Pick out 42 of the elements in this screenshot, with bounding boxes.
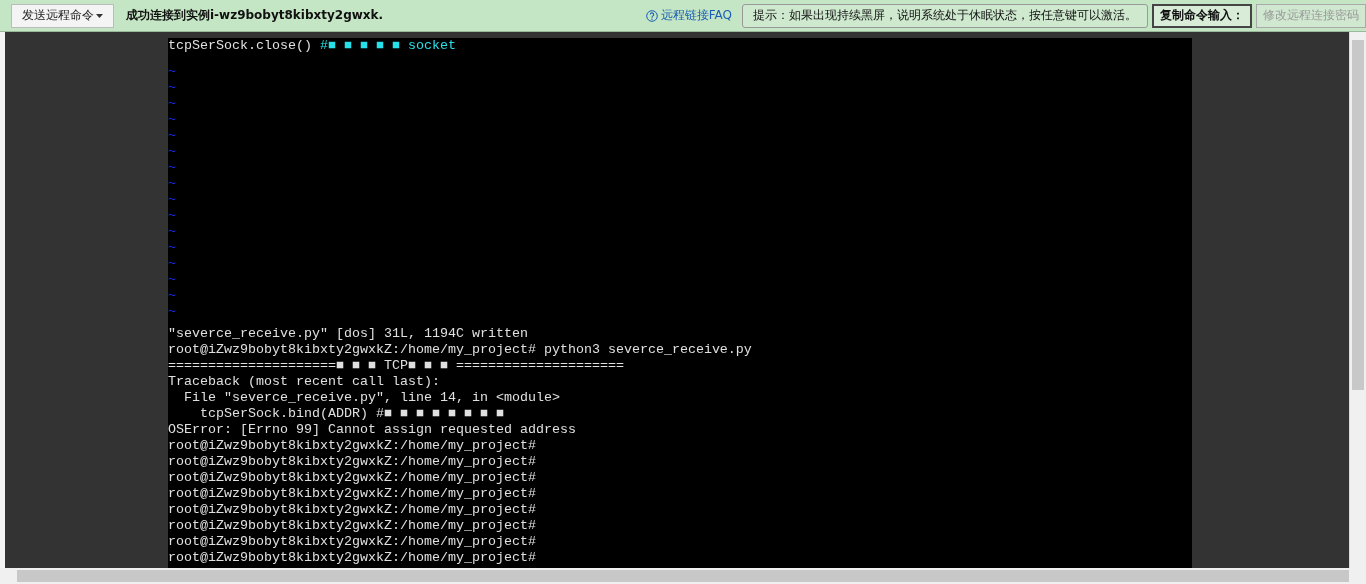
tilde-marker: ~ [168,160,177,176]
tilde-marker: ~ [168,288,177,304]
terminal-line: OSError: [Errno 99] Cannot assign requested address [168,422,577,438]
tilde-marker: ~ [168,176,177,192]
horizontal-scrollbar[interactable] [0,568,1366,584]
terminal-line: Traceback (most recent call last): [168,374,441,390]
caret-icon [96,13,103,18]
help-icon [645,9,658,22]
faq-link[interactable]: 远程链接FAQ [645,7,732,24]
terminal-line: root@iZwz9bobyt8kibxty2gwxkZ:/home/my_project# [168,454,537,470]
terminal-line: root@iZwz9bobyt8kibxty2gwxkZ:/home/my_project# [168,470,537,486]
terminal-line: tcpSerSock.close() #■ ■ ■ ■ ■ socket [168,38,457,54]
terminal-line: root@iZwz9bobyt8kibxty2gwxkZ:/home/my_project# [168,486,537,502]
terminal-line: root@iZwz9bobyt8kibxty2gwxkZ:/home/my_project# [168,502,537,518]
connection-status: 成功连接到实例i-wz9bobyt8kibxty2gwxk. [126,7,384,24]
tilde-marker: ~ [168,304,177,320]
tilde-marker: ~ [168,224,177,240]
vertical-scrollbar[interactable] [1349,32,1366,568]
terminal-line: tcpSerSock.bind(ADDR) #■ ■ ■ ■ ■ ■ ■ ■ [199,406,505,422]
tilde-marker: ~ [168,112,177,128]
tilde-marker: ~ [168,272,177,288]
terminal-line: root@iZwz9bobyt8kibxty2gwxkZ:/home/my_project# [168,534,537,550]
tilde-marker: ~ [168,240,177,256]
hint-text: 提示：如果出现持续黑屏，说明系统处于休眠状态，按任意键可以激活。 [742,3,1148,28]
tilde-marker: ~ [168,96,177,112]
tilde-marker: ~ [168,80,177,96]
terminal-line: root@iZwz9bobyt8kibxty2gwxkZ:/home/my_project# [168,550,537,566]
terminal-line: =====================■ ■ ■ TCP■ ■ ■ ===================== [168,358,625,374]
terminal-line: root@iZwz9bobyt8kibxty2gwxkZ:/home/my_project# [168,518,537,534]
copy-command-button[interactable]: 复制命令输入： [1152,3,1252,28]
terminal-line: "severce_receive.py" [dos] 31L, 1194C written [168,326,529,342]
tilde-marker: ~ [168,128,177,144]
tilde-marker: ~ [168,256,177,272]
terminal-screen[interactable] [168,38,1192,568]
terminal-line: root@iZwz9bobyt8kibxty2gwxkZ:/home/my_project# [168,438,537,454]
tilde-marker: ~ [168,192,177,208]
tilde-marker: ~ [168,208,177,224]
terminal-line: File "severce_receive.py", line 14, in <module> [183,390,561,406]
tilde-marker: ~ [168,144,177,160]
send-command-menu[interactable]: 发送远程命令 [11,3,114,28]
terminal-line: root@iZwz9bobyt8kibxty2gwxkZ:/home/my_project# python3 severce_receive.py [168,342,753,358]
tilde-marker: ~ [168,64,177,80]
